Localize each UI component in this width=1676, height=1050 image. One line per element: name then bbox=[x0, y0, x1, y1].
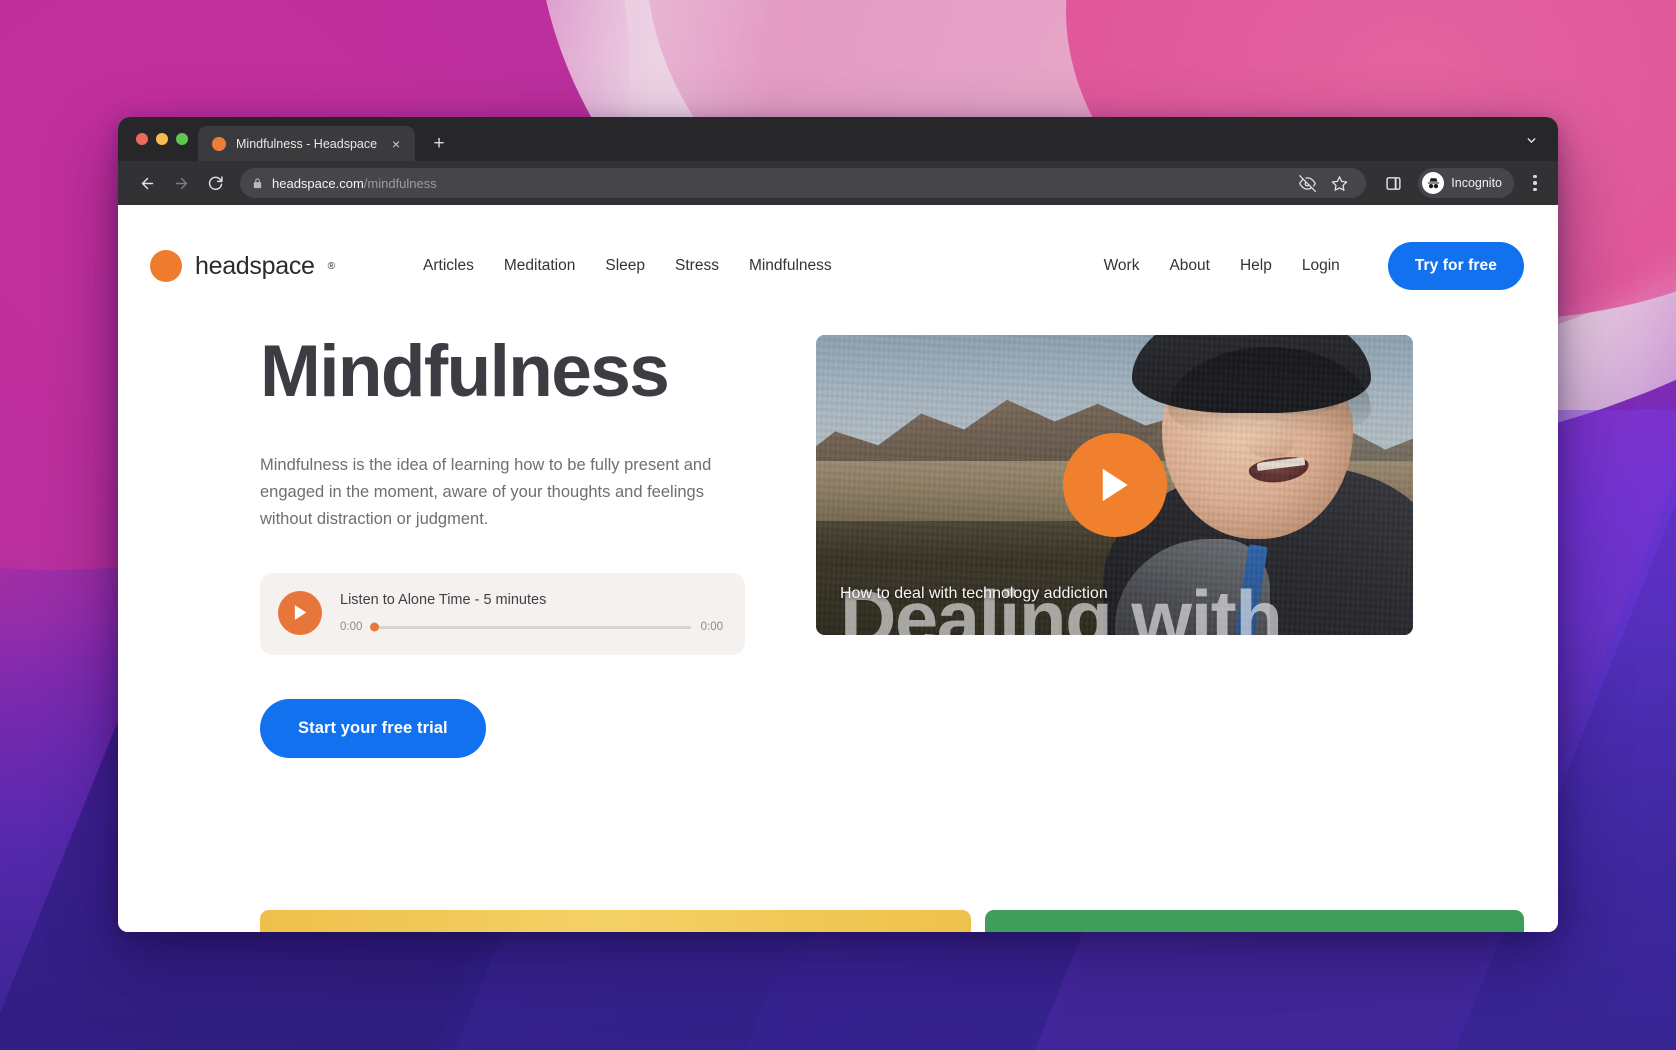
audio-current-time: 0:00 bbox=[340, 621, 363, 634]
url-path: /mindfulness bbox=[363, 175, 437, 191]
audio-player[interactable]: Listen to Alone Time - 5 minutes 0:00 0:… bbox=[260, 572, 745, 655]
brand-trademark: ® bbox=[327, 260, 336, 272]
video-play-button[interactable] bbox=[1062, 433, 1167, 537]
audio-play-button[interactable] bbox=[278, 590, 322, 635]
audio-progress-track[interactable] bbox=[370, 622, 691, 632]
audio-scrubber[interactable]: 0:00 0:00 bbox=[340, 621, 723, 633]
nav-item-articles[interactable]: Articles bbox=[423, 257, 474, 275]
tab-favicon-icon bbox=[212, 136, 226, 151]
nav-item-work[interactable]: Work bbox=[1104, 257, 1140, 275]
url-host: headspace.com bbox=[272, 175, 364, 191]
profile-label: Incognito bbox=[1451, 176, 1502, 190]
nav-item-login[interactable]: Login bbox=[1302, 257, 1340, 275]
nav-item-meditation[interactable]: Meditation bbox=[504, 257, 576, 275]
forward-arrow-icon[interactable] bbox=[166, 168, 196, 198]
star-icon[interactable] bbox=[1324, 168, 1354, 198]
browser-tab[interactable]: Mindfulness - Headspace × bbox=[198, 126, 416, 161]
maximize-window-button[interactable] bbox=[176, 133, 188, 145]
address-bar[interactable]: headspace.com/mindfulness bbox=[240, 168, 1367, 198]
desktop-background: Mindfulness - Headspace × + headspace.co… bbox=[0, 0, 1676, 1050]
nav-item-help[interactable]: Help bbox=[1240, 257, 1272, 275]
utility-navigation: Work About Help Login Try for free bbox=[1104, 242, 1524, 290]
browser-window: Mindfulness - Headspace × + headspace.co… bbox=[118, 117, 1558, 932]
primary-navigation: Articles Meditation Sleep Stress Mindful… bbox=[423, 257, 832, 275]
hero-description: Mindfulness is the idea of learning how … bbox=[260, 456, 712, 528]
hero-right-column: Dealing with How to deal with technology… bbox=[778, 321, 1524, 758]
reload-icon[interactable] bbox=[200, 168, 230, 198]
audio-track-title: Listen to Alone Time - 5 minutes bbox=[340, 592, 547, 609]
profile-chip[interactable]: Incognito bbox=[1418, 168, 1514, 198]
window-controls bbox=[132, 117, 198, 161]
nav-item-stress[interactable]: Stress bbox=[675, 257, 719, 275]
video-caption: How to deal with technology addiction bbox=[840, 585, 1108, 602]
omnibox-actions bbox=[1292, 168, 1354, 198]
tab-title: Mindfulness - Headspace bbox=[236, 136, 378, 151]
page-viewport: headspace ® Articles Meditation Sleep St… bbox=[118, 205, 1558, 932]
minimize-window-button[interactable] bbox=[156, 133, 168, 145]
audio-duration: 0:00 bbox=[700, 621, 723, 634]
start-free-trial-button[interactable]: Start your free trial bbox=[260, 698, 486, 758]
nav-item-about[interactable]: About bbox=[1169, 257, 1210, 275]
brand-logo[interactable]: headspace ® bbox=[150, 250, 335, 282]
tab-strip: Mindfulness - Headspace × + bbox=[118, 117, 1558, 161]
close-tab-icon[interactable]: × bbox=[387, 135, 405, 153]
browser-toolbar: headspace.com/mindfulness Incognito bbox=[118, 161, 1558, 205]
nav-item-mindfulness[interactable]: Mindfulness bbox=[749, 257, 832, 275]
headspace-dot-icon bbox=[150, 250, 182, 282]
audio-progress-knob[interactable] bbox=[370, 622, 380, 632]
lock-icon bbox=[252, 177, 263, 190]
audio-player-body: Listen to Alone Time - 5 minutes 0:00 0:… bbox=[340, 592, 723, 633]
video-player[interactable]: Dealing with How to deal with technology… bbox=[816, 335, 1413, 635]
incognito-avatar-icon bbox=[1422, 172, 1445, 194]
hero-section: Mindfulness Mindfulness is the idea of l… bbox=[118, 301, 1558, 758]
new-tab-button[interactable]: + bbox=[425, 129, 453, 157]
brand-name: headspace bbox=[195, 251, 315, 280]
hero-left-column: Mindfulness Mindfulness is the idea of l… bbox=[150, 321, 768, 758]
side-panel-icon[interactable] bbox=[1378, 168, 1408, 198]
chevron-down-icon[interactable] bbox=[1518, 127, 1544, 153]
eye-slash-icon[interactable] bbox=[1292, 168, 1322, 198]
nav-item-sleep[interactable]: Sleep bbox=[605, 257, 645, 275]
address-bar-url: headspace.com/mindfulness bbox=[272, 176, 437, 191]
below-fold-cards bbox=[118, 910, 1558, 932]
page-title: Mindfulness bbox=[260, 331, 670, 412]
try-for-free-button[interactable]: Try for free bbox=[1387, 242, 1524, 290]
close-window-button[interactable] bbox=[136, 133, 148, 145]
peek-card-yellow[interactable] bbox=[260, 910, 972, 932]
peek-card-green[interactable] bbox=[985, 910, 1524, 932]
site-header: headspace ® Articles Meditation Sleep St… bbox=[118, 205, 1558, 301]
back-arrow-icon[interactable] bbox=[132, 168, 162, 198]
kebab-menu-icon[interactable] bbox=[1522, 168, 1548, 198]
